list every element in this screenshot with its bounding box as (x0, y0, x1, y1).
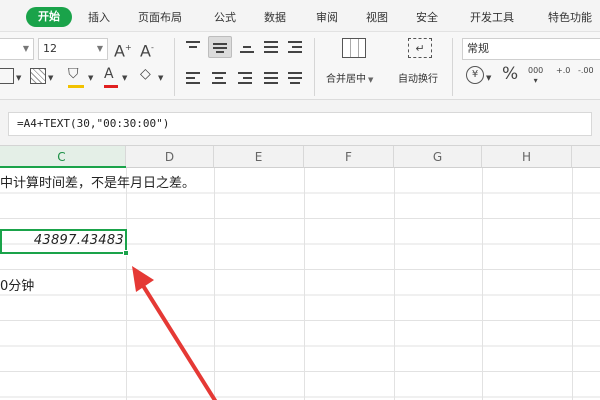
annotation-arrow (132, 266, 218, 400)
arrow-shaft (140, 282, 218, 400)
